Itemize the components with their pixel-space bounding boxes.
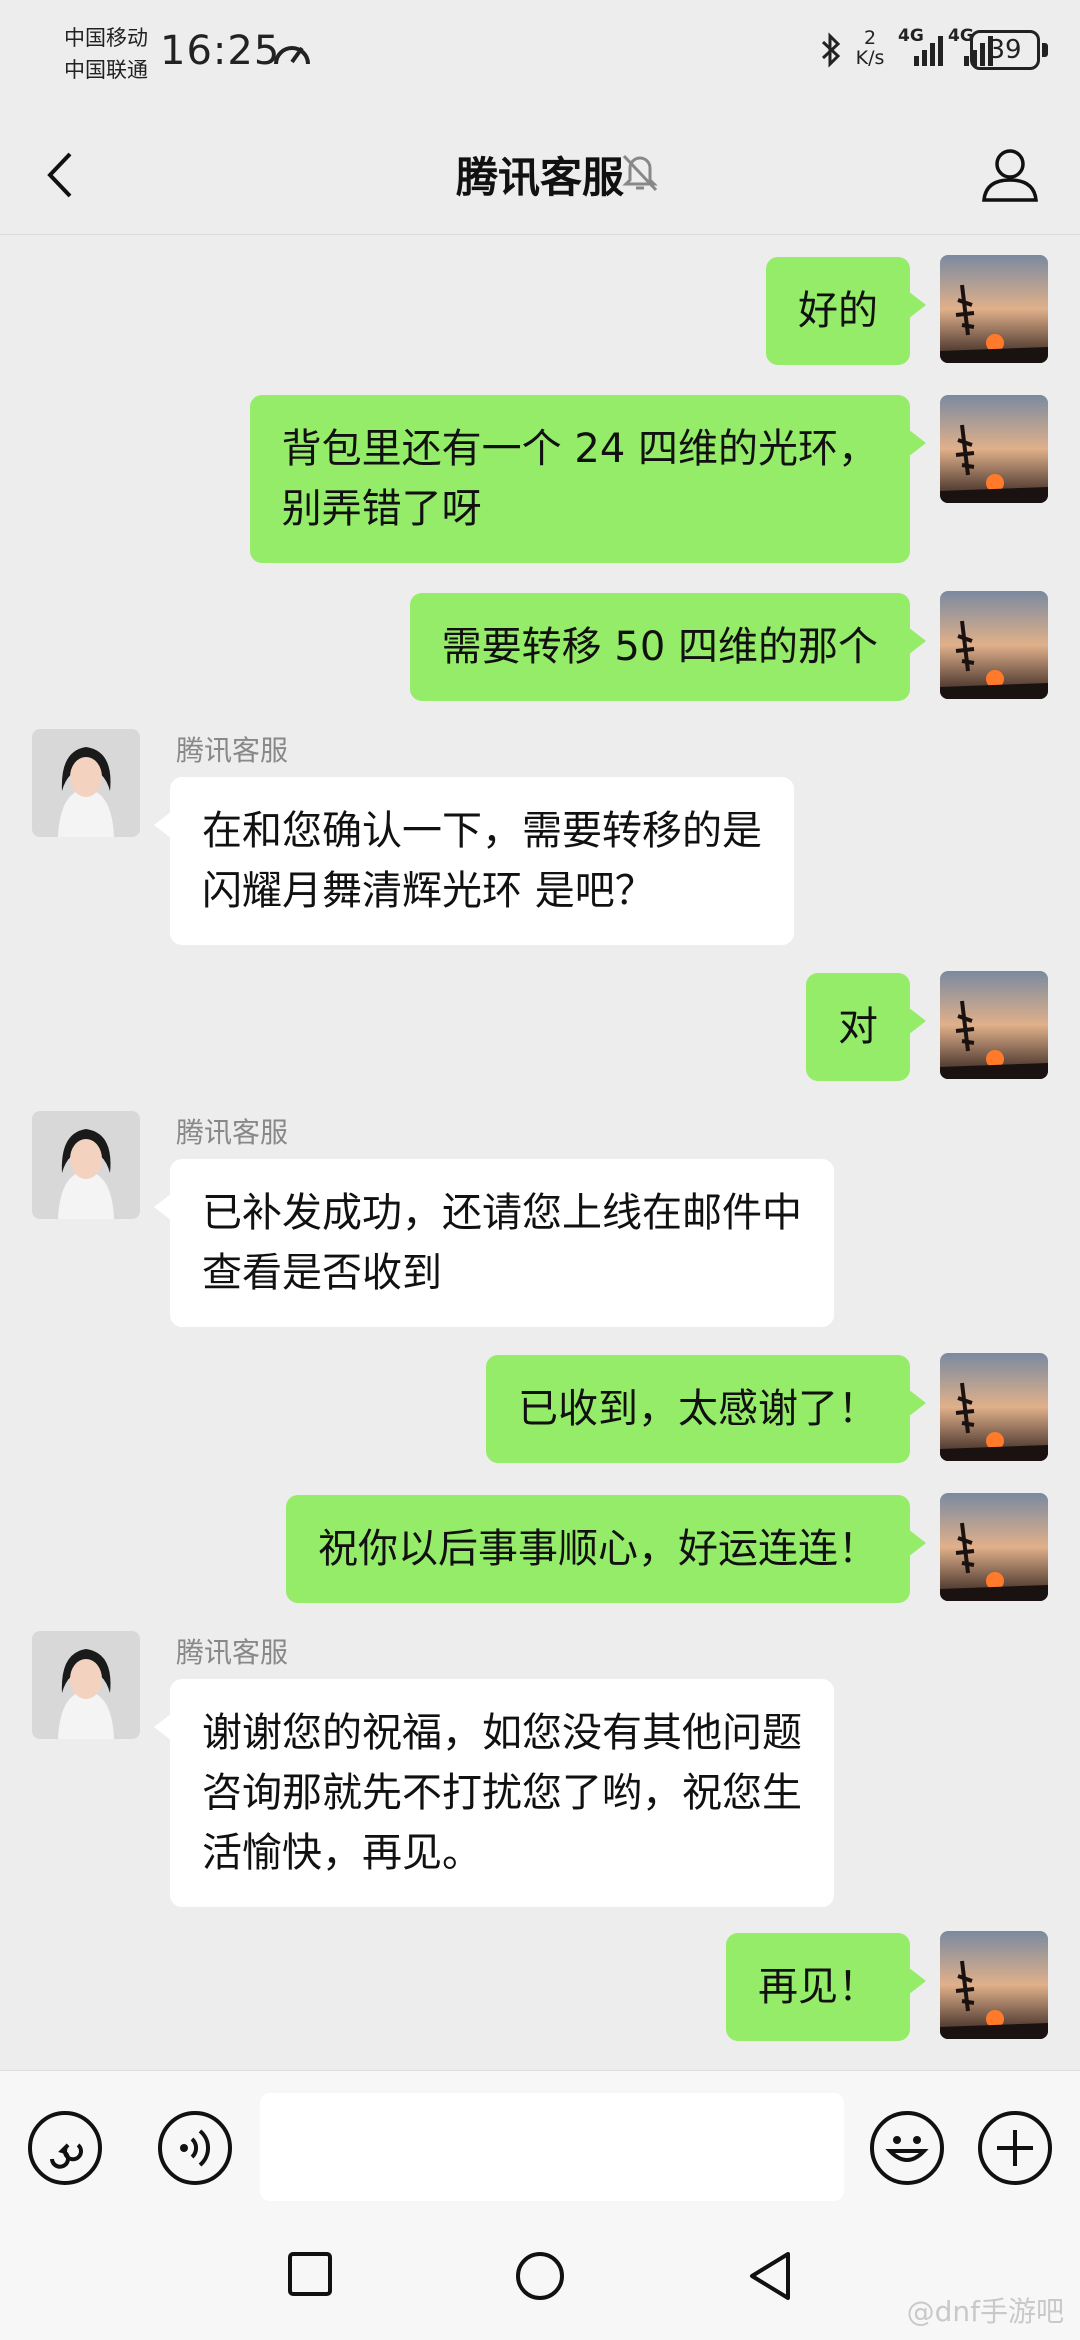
message-row-sent: 好的 bbox=[0, 255, 1080, 365]
message-text-line: 谢谢您的祝福，如您没有其他问题 bbox=[202, 1710, 802, 1756]
message-row-received: 腾讯客服 已补发成功，还请您上线在邮件中 查看是否收到 bbox=[0, 1111, 1080, 1331]
sunset-avatar-icon bbox=[940, 395, 1048, 503]
sunset-avatar-icon bbox=[940, 591, 1048, 699]
message-text-line: 活愉快，再见。 bbox=[202, 1830, 482, 1876]
network-speed-value: 2 bbox=[863, 27, 877, 49]
message-bubble-received[interactable]: 谢谢您的祝福，如您没有其他问题 咨询那就先不打扰您了哟，祝您生 活愉快，再见。 bbox=[154, 1679, 834, 1907]
chat-header: 腾讯客服 bbox=[0, 110, 1080, 235]
message-row-sent: 祝你以后事事顺心，好运连连！ bbox=[0, 1493, 1080, 1603]
message-row-sent: 背包里还有一个 24 四维的光环， 别弄错了呀 bbox=[0, 395, 1080, 565]
my-avatar[interactable] bbox=[940, 1353, 1048, 1461]
sunset-avatar-icon bbox=[940, 971, 1048, 1079]
carrier-1: 中国移动 bbox=[64, 26, 148, 50]
message-input[interactable] bbox=[260, 2093, 844, 2201]
message-bubble-sent[interactable]: 祝你以后事事顺心，好运连连！ bbox=[286, 1495, 926, 1603]
message-row-sent: 对 bbox=[0, 971, 1080, 1081]
emoji-icon bbox=[885, 2136, 929, 2162]
link-icon bbox=[50, 2143, 83, 2169]
sender-name: 腾讯客服 bbox=[176, 1116, 289, 1149]
signal-bars-icon bbox=[914, 36, 943, 66]
message-text-line: 闪耀月舞清辉光环 是吧？ bbox=[202, 868, 655, 914]
speedometer-icon bbox=[274, 46, 310, 65]
input-bar bbox=[0, 2070, 1080, 2220]
message-bubble-sent[interactable]: 好的 bbox=[766, 257, 926, 365]
message-row-sent: 已收到，太感谢了！ bbox=[0, 1353, 1080, 1463]
message-list[interactable]: 好的 背包里还有一个 24 四维的光环， 别弄错了呀 需要转移 50 四维的那个… bbox=[0, 235, 1080, 2070]
agent-avatar[interactable] bbox=[32, 729, 140, 837]
network-speed-unit: K/s bbox=[855, 47, 885, 69]
chat-title: 腾讯客服 bbox=[455, 153, 624, 202]
message-row-received: 腾讯客服 在和您确认一下，需要转移的是 闪耀月舞清辉光环 是吧？ bbox=[0, 729, 1080, 949]
voice-icon bbox=[180, 2129, 211, 2167]
message-text-line: 在和您确认一下，需要转移的是 bbox=[202, 808, 762, 854]
agent-avatar[interactable] bbox=[32, 1111, 140, 1219]
bluetooth-icon bbox=[821, 32, 841, 68]
message-bubble-received[interactable]: 已补发成功，还请您上线在邮件中 查看是否收到 bbox=[154, 1159, 834, 1327]
message-text-line: 别弄错了呀 bbox=[281, 486, 482, 532]
message-text: 对 bbox=[838, 1004, 878, 1050]
message-bubble-sent[interactable]: 已收到，太感谢了！ bbox=[486, 1355, 926, 1463]
home-button[interactable] bbox=[514, 2250, 566, 2302]
plus-icon bbox=[997, 2130, 1033, 2166]
message-row-received: 腾讯客服 谢谢您的祝福，如您没有其他问题 咨询那就先不打扰您了哟，祝您生 活愉快… bbox=[0, 1631, 1080, 1911]
watermark: @dnf手游吧 bbox=[906, 2295, 1064, 2328]
sunset-avatar-icon bbox=[940, 1493, 1048, 1601]
message-bubble-sent[interactable]: 背包里还有一个 24 四维的光环， 别弄错了呀 bbox=[249, 395, 927, 563]
battery-indicator: 39 bbox=[970, 30, 1040, 70]
my-avatar[interactable] bbox=[940, 591, 1048, 699]
message-text-line: 背包里还有一个 24 四维的光环， bbox=[281, 426, 878, 472]
my-avatar[interactable] bbox=[940, 395, 1048, 503]
agent-avatar[interactable] bbox=[32, 1631, 140, 1739]
emoji-button[interactable] bbox=[870, 2111, 944, 2185]
message-bubble-sent[interactable]: 需要转移 50 四维的那个 bbox=[409, 593, 927, 701]
battery-tip bbox=[1042, 43, 1048, 57]
message-row-sent: 再见！ bbox=[0, 1931, 1080, 2041]
sender-name: 腾讯客服 bbox=[176, 1636, 289, 1669]
message-text: 祝你以后事事顺心，好运连连！ bbox=[318, 1526, 878, 1572]
mini-program-button[interactable] bbox=[28, 2111, 102, 2185]
my-avatar[interactable] bbox=[940, 971, 1048, 1079]
sunset-avatar-icon bbox=[940, 255, 1048, 363]
agent-portrait-icon bbox=[32, 1631, 140, 1739]
voice-button[interactable] bbox=[158, 2111, 232, 2185]
message-bubble-received[interactable]: 在和您确认一下，需要转移的是 闪耀月舞清辉光环 是吧？ bbox=[154, 777, 794, 945]
profile-button[interactable] bbox=[980, 144, 1040, 204]
message-text: 已收到，太感谢了！ bbox=[518, 1386, 878, 1432]
carrier-info: 中国移动 中国联通 bbox=[64, 22, 148, 86]
message-text-line: 咨询那就先不打扰您了哟，祝您生 bbox=[202, 1770, 802, 1816]
my-avatar[interactable] bbox=[940, 1931, 1048, 2039]
message-text-line: 已补发成功，还请您上线在邮件中 bbox=[202, 1190, 802, 1236]
agent-portrait-icon bbox=[32, 1111, 140, 1219]
system-nav-bar: @dnf手游吧 bbox=[0, 2220, 1080, 2340]
more-button[interactable] bbox=[978, 2111, 1052, 2185]
carrier-2: 中国联通 bbox=[64, 58, 148, 82]
message-row-sent: 需要转移 50 四维的那个 bbox=[0, 591, 1080, 701]
recent-apps-button[interactable] bbox=[286, 2250, 334, 2298]
signal-1: 4G bbox=[898, 26, 946, 68]
my-avatar[interactable] bbox=[940, 1493, 1048, 1601]
status-bar: 中国移动 中国联通 16:25 2 K/s 4G 4G 39 bbox=[0, 0, 1080, 110]
sender-name: 腾讯客服 bbox=[176, 734, 289, 767]
message-text-line: 查看是否收到 bbox=[202, 1250, 442, 1296]
message-text: 需要转移 50 四维的那个 bbox=[441, 624, 878, 670]
message-text: 再见！ bbox=[758, 1964, 878, 2010]
system-back-button[interactable] bbox=[746, 2250, 794, 2302]
message-bubble-sent[interactable]: 对 bbox=[806, 973, 926, 1081]
status-icons: 2 K/s 4G 4G 39 bbox=[820, 26, 1050, 78]
sunset-avatar-icon bbox=[940, 1353, 1048, 1461]
agent-portrait-icon bbox=[32, 729, 140, 837]
message-text: 好的 bbox=[798, 288, 878, 334]
sunset-avatar-icon bbox=[940, 1931, 1048, 2039]
clock: 16:25 bbox=[160, 28, 281, 74]
my-avatar[interactable] bbox=[940, 255, 1048, 363]
bell-off-icon bbox=[622, 154, 658, 192]
message-bubble-sent[interactable]: 再见！ bbox=[726, 1933, 926, 2041]
network-speed: 2 K/s bbox=[850, 28, 890, 68]
